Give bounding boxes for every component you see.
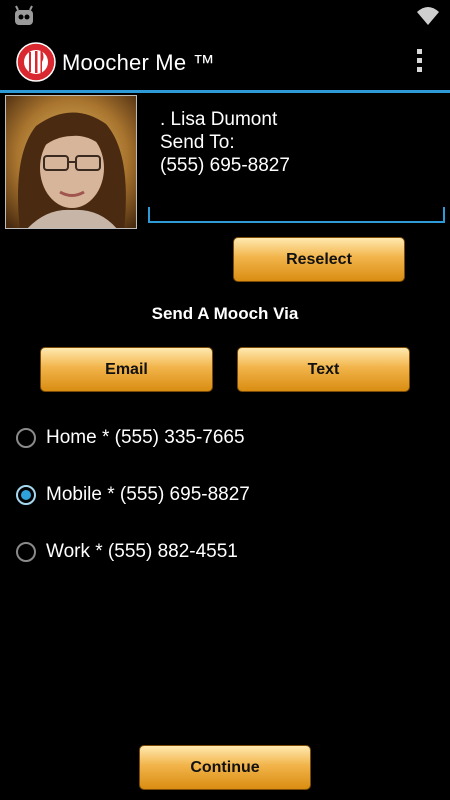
text-button[interactable]: Text — [237, 347, 410, 392]
avatar — [6, 96, 136, 228]
send-via-heading: Send A Mooch Via — [151, 304, 299, 323]
radio-option-mobile[interactable]: Mobile * (555) 695-8827 — [16, 475, 250, 515]
radio-option-work[interactable]: Work * (555) 882-4551 — [16, 532, 238, 572]
cyanogenmod-icon — [15, 5, 33, 25]
app-logo-icon — [16, 42, 56, 82]
radio-label-home: Home * (555) 335-7665 — [46, 427, 245, 448]
radio-label-work: Work * (555) 882-4551 — [46, 541, 238, 562]
continue-button[interactable]: Continue — [139, 745, 311, 790]
contact-name: . Lisa Dumont — [160, 109, 278, 130]
overflow-menu-icon[interactable] — [414, 46, 424, 78]
action-bar: Moocher Me ™ — [0, 32, 450, 93]
reselect-button[interactable]: Reselect — [233, 237, 405, 282]
app-title: Moocher Me ™ — [62, 50, 215, 75]
contact-photo — [5, 95, 137, 229]
send-to-label: Send To: — [160, 132, 235, 153]
radio-option-home[interactable]: Home * (555) 335-7665 — [16, 418, 245, 458]
radio-button[interactable] — [16, 428, 36, 448]
send-to-number: (555) 695-8827 — [160, 155, 290, 176]
contact-field-underline — [148, 207, 445, 223]
radio-button-selected[interactable] — [16, 485, 36, 505]
radio-label-mobile: Mobile * (555) 695-8827 — [46, 484, 250, 505]
contact-info: . Lisa Dumont Send To: (555) 695-8827 — [160, 108, 290, 177]
email-button[interactable]: Email — [40, 347, 213, 392]
radio-button[interactable] — [16, 542, 36, 562]
status-bar — [0, 0, 450, 32]
wifi-icon — [417, 7, 439, 25]
